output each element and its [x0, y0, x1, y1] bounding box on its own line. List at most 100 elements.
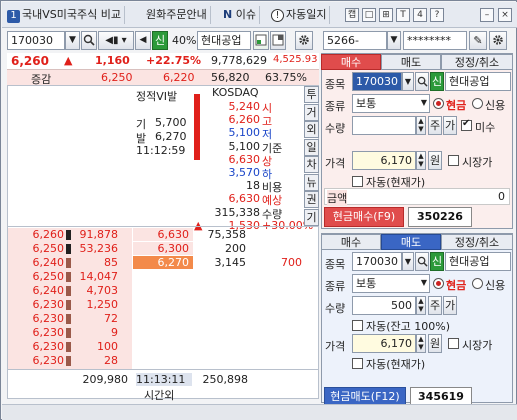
- tab-modify[interactable]: 정정/취소: [441, 54, 513, 70]
- side-tab[interactable]: 권: [304, 191, 319, 208]
- sell-credit-radio[interactable]: [472, 278, 483, 289]
- code-dropdown-icon[interactable]: ▼: [65, 31, 80, 50]
- ask-price-cell[interactable]: 6,630: [133, 228, 193, 241]
- account-number-input[interactable]: 5266-9003: [323, 31, 387, 64]
- sell-ga-button[interactable]: 가: [443, 296, 457, 315]
- tab-buy[interactable]: 매수: [321, 54, 381, 70]
- margin-percent: 40%: [172, 34, 197, 47]
- buy-qty-stepper[interactable]: ▲ ▼: [416, 116, 426, 135]
- buy-credit-radio[interactable]: [472, 98, 483, 109]
- sell-code-label: 종목: [325, 258, 346, 271]
- ask-qty: 200: [225, 242, 246, 255]
- side-tab[interactable]: 거: [304, 103, 319, 121]
- buy-market-price-checkbox[interactable]: [448, 155, 459, 166]
- minimize-icon[interactable]: –: [480, 8, 494, 22]
- side-tab[interactable]: 차: [304, 156, 319, 173]
- auto-journal-label: 자동일지: [286, 8, 327, 21]
- news-issue-label: 이슈: [235, 8, 256, 21]
- edit-icon[interactable]: ✎: [469, 31, 487, 50]
- sell-market-price-checkbox[interactable]: [448, 338, 459, 349]
- trade-qty: 1,250: [86, 298, 119, 311]
- account-gear-icon[interactable]: [489, 31, 507, 50]
- sell-qty-stepper[interactable]: ▲ ▼: [416, 296, 426, 315]
- buy-ga-button[interactable]: 가: [443, 116, 457, 135]
- help-icon[interactable]: ?: [430, 8, 444, 22]
- sell-kind-label: 종류: [325, 280, 346, 293]
- grid-icon[interactable]: ⊞: [379, 8, 393, 22]
- side-tab[interactable]: 외: [304, 121, 319, 138]
- buy-price-stepper[interactable]: ▲ ▼: [416, 151, 426, 170]
- sell-code-dropdown-icon[interactable]: ▼: [402, 252, 414, 271]
- news-issue-button[interactable]: N 이슈: [220, 6, 260, 24]
- buy-market-price-label: 시장가: [462, 156, 493, 169]
- capture-icon[interactable]: 캡: [345, 8, 359, 22]
- side-tab[interactable]: 기: [304, 208, 319, 226]
- stock-name: 현대공업: [197, 31, 251, 50]
- stock-code-input[interactable]: 170030: [7, 31, 65, 50]
- auto-journal-button[interactable]: ! 자동일지: [268, 6, 331, 24]
- sell-qty-input[interactable]: 500: [352, 296, 416, 315]
- search-icon[interactable]: [81, 31, 97, 50]
- sell-price-input[interactable]: 6,170: [352, 334, 416, 353]
- buy-ju-button[interactable]: 주: [428, 116, 442, 135]
- trade-price: 6,260: [32, 228, 65, 241]
- ask-qty: 3,145: [214, 256, 247, 269]
- tab-sell[interactable]: 매도: [381, 54, 441, 70]
- sell-ju-button[interactable]: 주: [428, 296, 442, 315]
- sell-search-icon[interactable]: [415, 252, 429, 271]
- buy-code-input[interactable]: 170030: [352, 72, 402, 91]
- buy-qty-input[interactable]: [352, 116, 416, 135]
- buy-auto-checkbox[interactable]: [352, 176, 363, 187]
- sell-price-label: 가격: [325, 340, 346, 353]
- side-tab[interactable]: 뉴: [304, 173, 319, 191]
- compare-tab[interactable]: 1 국내VS미국주식 비교: [4, 6, 125, 24]
- sell-credit-badge: 신: [430, 252, 444, 271]
- won-order-info-button[interactable]: 원화주문안내: [143, 6, 211, 24]
- buy-kind-dropdown-icon[interactable]: ▼: [418, 94, 430, 113]
- sell-auto-qty-checkbox[interactable]: [352, 320, 363, 331]
- market-info-value: 5,240: [228, 100, 261, 113]
- ask-price-cell[interactable]: 6,270: [133, 256, 193, 269]
- sell-tab-modify[interactable]: 정정/취소: [441, 234, 513, 250]
- sell-panel: 매수 매도 정정/취소 종목 170030 ▼ 신 현대공업 종류 보통 ▼ 현…: [321, 233, 513, 407]
- sell-won-button[interactable]: 원: [428, 334, 442, 353]
- sell-tab-sell[interactable]: 매도: [381, 234, 441, 250]
- side-tab[interactable]: 투: [304, 86, 319, 103]
- sell-code-input[interactable]: 170030: [352, 252, 402, 271]
- buy-cash-radio[interactable]: [433, 98, 444, 109]
- sell-auto-checkbox[interactable]: [352, 358, 363, 369]
- sell-tab-buy[interactable]: 매수: [321, 234, 381, 250]
- top-toolbar: 1 국내VS미국주식 비교 원화주문안내 N 이슈 ! 자동일지 캡 □ ⊞ T 4…: [2, 2, 517, 28]
- account-dropdown-icon[interactable]: ▼: [387, 31, 401, 50]
- screen-number-icon[interactable]: 4: [413, 8, 427, 22]
- buy-code-dropdown-icon[interactable]: ▼: [402, 72, 414, 91]
- window-icon[interactable]: □: [362, 8, 376, 22]
- chart-icon[interactable]: [253, 31, 269, 50]
- side-tab[interactable]: 일: [304, 138, 319, 156]
- diff-row: 증감 6,250 6,220 56,820 63.75%: [7, 69, 319, 86]
- cash-buy-button[interactable]: 현금매수(F9): [324, 207, 404, 227]
- sell-price-stepper[interactable]: ▲ ▼: [416, 334, 426, 353]
- close-icon[interactable]: ×: [498, 8, 512, 22]
- buy-search-icon[interactable]: [415, 72, 429, 91]
- ask-qty: 75,358: [207, 228, 247, 241]
- buy-credit-label: 신용: [485, 99, 506, 112]
- price-change: 1,160: [95, 54, 130, 67]
- pin-icon[interactable]: T: [396, 8, 410, 22]
- buy-misu-checkbox[interactable]: ✔: [461, 118, 472, 131]
- current-price: 6,260: [11, 54, 49, 68]
- layout-icon[interactable]: [270, 31, 286, 50]
- gear-icon[interactable]: [295, 31, 313, 50]
- buy-order-number: 350226: [408, 207, 472, 227]
- market-info-value: 18: [246, 179, 260, 193]
- sell-kind-dropdown-icon[interactable]: ▼: [418, 274, 430, 293]
- trade-price: 6,230: [32, 340, 65, 353]
- buy-won-button[interactable]: 원: [428, 151, 442, 170]
- password-input[interactable]: ********: [403, 31, 467, 50]
- ask-price-cell[interactable]: 6,300: [133, 242, 193, 255]
- speaker-icon[interactable]: ◀▮ ▾: [98, 31, 134, 50]
- buy-price-input[interactable]: 6,170: [352, 151, 416, 170]
- arrow-icon[interactable]: ◀: [135, 31, 151, 50]
- sell-cash-radio[interactable]: [433, 278, 444, 289]
- market-info-value: 3,570: [228, 166, 261, 179]
